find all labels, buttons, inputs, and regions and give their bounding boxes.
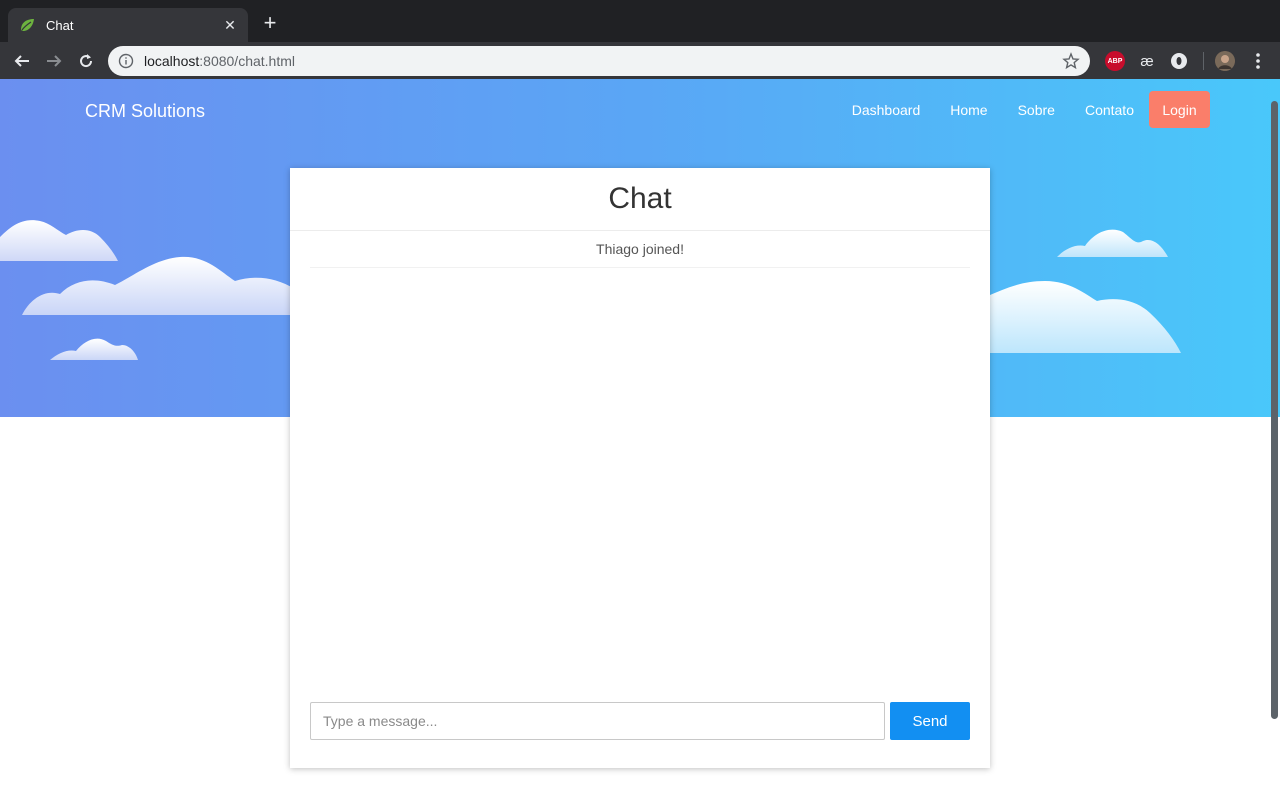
page-content: CRM Solutions Dashboard Home Sobre Conta… — [0, 79, 1280, 800]
url-host: localhost — [144, 53, 200, 69]
adblock-extension-icon[interactable]: ABP — [1105, 51, 1125, 71]
cloud-decoration — [50, 338, 138, 360]
message-input[interactable] — [310, 702, 885, 740]
browser-tab-strip: Chat ✕ + — [0, 0, 1280, 42]
top-nav: Dashboard Home Sobre Contato Login — [852, 91, 1210, 128]
message-form: Send — [310, 702, 970, 740]
bookmark-star-icon[interactable] — [1062, 52, 1080, 70]
new-tab-button[interactable]: + — [258, 12, 282, 34]
info-icon[interactable] — [118, 53, 134, 69]
address-bar[interactable]: localhost:8080/chat.html — [108, 46, 1090, 76]
chat-title: Chat — [608, 182, 672, 215]
cloud-decoration — [22, 256, 298, 315]
url-path: :8080/chat.html — [199, 53, 295, 69]
nav-link-home[interactable]: Home — [950, 102, 987, 118]
close-icon[interactable]: ✕ — [222, 17, 238, 34]
chat-card: Chat Thiago joined! Send — [290, 168, 990, 768]
cloud-decoration — [1057, 229, 1168, 257]
reload-icon[interactable] — [75, 50, 97, 72]
nav-link-sobre[interactable]: Sobre — [1018, 102, 1055, 118]
kebab-menu-icon[interactable] — [1250, 51, 1266, 71]
send-button[interactable]: Send — [890, 702, 970, 740]
toolbar-separator — [1203, 52, 1204, 70]
back-icon[interactable] — [11, 50, 33, 72]
message-list[interactable]: Thiago joined! — [310, 232, 970, 652]
login-button[interactable]: Login — [1149, 91, 1210, 128]
cloud-decoration — [985, 281, 1181, 353]
brand-logo[interactable]: CRM Solutions — [85, 101, 205, 122]
nav-link-dashboard[interactable]: Dashboard — [852, 102, 921, 118]
url-text: localhost:8080/chat.html — [144, 53, 1062, 69]
forward-icon[interactable] — [43, 50, 65, 72]
extension-circle-icon[interactable] — [1169, 51, 1189, 71]
browser-toolbar: localhost:8080/chat.html ABP æ — [0, 42, 1280, 79]
nav-link-contato[interactable]: Contato — [1085, 102, 1134, 118]
page-scrollbar[interactable] — [1271, 101, 1278, 719]
chat-header: Chat — [290, 168, 990, 231]
browser-tab[interactable]: Chat ✕ — [8, 8, 248, 42]
profile-avatar[interactable] — [1215, 51, 1235, 71]
event-message: Thiago joined! — [310, 232, 970, 268]
spring-leaf-icon — [18, 16, 36, 34]
ae-extension-icon[interactable]: æ — [1137, 51, 1157, 71]
tab-title: Chat — [46, 17, 74, 33]
